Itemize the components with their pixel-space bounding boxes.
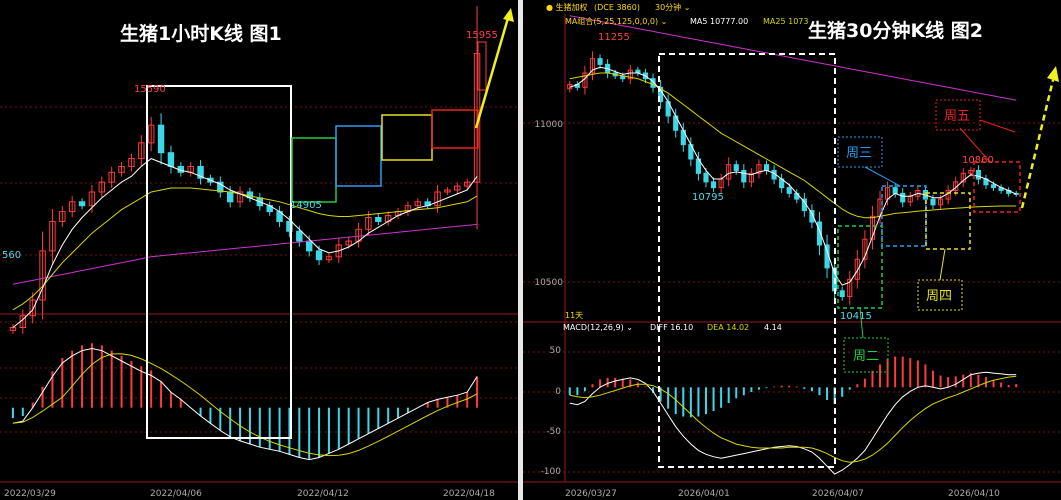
left-chart-title: 生猪1小时K线 图1 — [120, 22, 282, 45]
callout-fri-text: 周五 — [944, 109, 970, 124]
symbol-label[interactable]: ● 生猪加权 — [546, 2, 588, 12]
callout-thu-text: 周四 — [926, 289, 952, 304]
macd-value: 4.14 — [764, 323, 782, 332]
left-panel: 生猪1小时K线 图1 15590 14905 560 15955 2022/03… — [0, 0, 520, 500]
y-tick-10500: 10500 — [534, 278, 563, 288]
y-tick-11000: 11000 — [534, 120, 563, 130]
right-panel: ● 生猪加权 (DCE 3860) 30分钟 ⌄ MA组合(5,25,125,0… — [523, 0, 1061, 500]
left-start-label: 560 — [2, 250, 21, 261]
right-panel-bg — [523, 0, 1061, 500]
l-candle-body — [167, 152, 175, 167]
l-candle-body — [296, 230, 303, 242]
right-date-1: 2026/04/01 — [678, 489, 730, 499]
right-date-0: 2026/03/27 — [565, 489, 617, 499]
macd-dea: DEA 14.02 — [707, 323, 749, 332]
ma25-readout: MA25 1073 — [763, 17, 808, 26]
r-candle-body — [710, 181, 717, 189]
symbol-code: (DCE 3860) — [594, 3, 640, 12]
r-candle-body — [703, 172, 709, 183]
period-selector[interactable]: 30分钟 ⌄ — [655, 2, 690, 12]
left-last-label: 15955 — [466, 30, 498, 41]
right-chart-title: 生猪30分钟K线 图2 — [808, 19, 983, 42]
r-candle-body — [892, 187, 898, 194]
macd-selector[interactable]: MACD(12,26,9) ⌄ — [563, 323, 633, 332]
l-candle-body — [375, 217, 382, 222]
right-date-3: 2026/04/10 — [948, 489, 1000, 499]
r-candle-body — [597, 58, 603, 65]
right-high-label: 11255 — [598, 32, 630, 43]
left-high-label: 15590 — [134, 84, 166, 95]
callout-tue-text: 周二 — [853, 349, 879, 364]
l-candle-body — [78, 201, 86, 207]
left-low-label: 14905 — [290, 200, 322, 211]
macd-tick-neg100: -100 — [541, 467, 562, 477]
macd-header: MACD(12,26,9) ⌄ DIFF 16.10 DEA 14.02 4.1… — [563, 323, 782, 332]
macd-tick-50: 50 — [550, 346, 562, 356]
left-date-1: 2022/04/06 — [150, 489, 202, 499]
panel-divider — [518, 0, 523, 500]
chart-stage: 生猪1小时K线 图1 15590 14905 560 15955 2022/03… — [0, 0, 1061, 500]
l-candle-body — [226, 191, 234, 203]
left-date-3: 2022/04/18 — [443, 489, 495, 499]
r-candle-body — [990, 184, 997, 189]
macd-diff: DIFF 16.10 — [650, 323, 693, 332]
macd-tick-0: 0 — [555, 387, 561, 397]
l-candle-body — [157, 124, 165, 154]
ma5-readout: MA5 10777.00 — [690, 17, 748, 26]
right-wk-high-label: 10860 — [962, 155, 994, 166]
macd-tick-neg50: -50 — [546, 427, 561, 437]
left-date-2: 2022/04/12 — [297, 489, 349, 499]
r-candle-body — [839, 290, 845, 298]
callout-wed-text: 周三 — [846, 146, 872, 161]
right-mid-label: 10795 — [692, 192, 724, 203]
r-candle-body — [794, 192, 800, 200]
right-date-2: 2026/04/07 — [812, 489, 864, 499]
r-candle-body — [733, 164, 739, 171]
l-candle-body — [305, 240, 313, 252]
l-candle-body — [315, 250, 323, 261]
days-label: 11天 — [565, 311, 583, 320]
r-candle-body — [900, 192, 906, 203]
r-candle-body — [975, 169, 981, 180]
r-candle-body — [741, 169, 747, 183]
left-date-0: 2022/03/29 — [4, 489, 56, 499]
right-low-label: 10415 — [840, 311, 872, 322]
ma-group-selector[interactable]: MA组合(5,25,125,0,0,0) ⌄ — [565, 16, 667, 26]
r-candle-body — [786, 187, 792, 194]
r-candle-body — [763, 164, 770, 171]
r-candle-body — [930, 198, 936, 206]
